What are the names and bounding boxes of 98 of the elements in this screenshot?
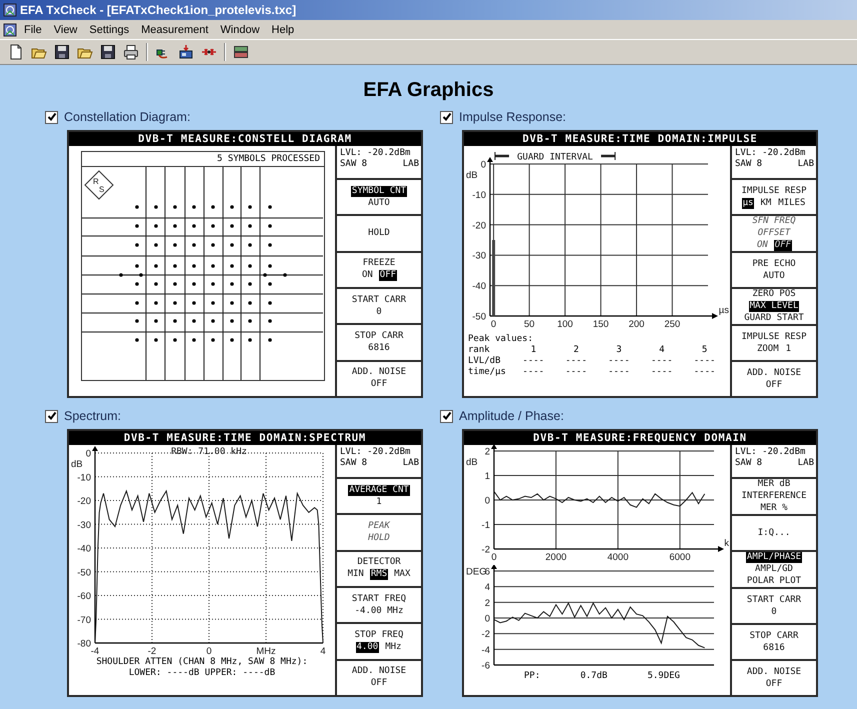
x-tick-label: 50	[524, 319, 535, 330]
saw-reading: SAW 8	[735, 458, 762, 469]
shoulder-text: LOWER: ----dB UPPER: ----dB	[128, 668, 276, 679]
x-tick-label: 250	[664, 319, 680, 330]
mode-reading: LAB	[798, 159, 814, 170]
x-tick-label: 150	[592, 319, 609, 330]
y-tick-label: -6	[482, 660, 490, 671]
y-axis-label: DEG	[466, 566, 487, 578]
y-tick-label: -50	[77, 567, 91, 578]
shoulder-text: SHOULDER ATTEN (CHAN 8 MHz, SAW 8 MHz):	[95, 657, 309, 668]
table-cell-text: ----	[650, 356, 674, 367]
y-tick-label: -40	[77, 544, 91, 554]
saw-reading: SAW 8	[735, 159, 762, 170]
y-tick-label: 0	[480, 160, 486, 170]
table-cell-text: 4	[658, 345, 666, 356]
y-tick-label: -80	[77, 638, 91, 650]
x-tick-label: -4	[90, 646, 100, 657]
table-cell-text: 3	[615, 345, 623, 356]
window-title: EFA TxCheck - [EFATxCheck1ion_protelevis.txc]	[20, 3, 296, 17]
mode-reading: LAB	[402, 458, 419, 469]
y-tick-label: -2	[482, 629, 490, 640]
y-tick-label: 0	[86, 448, 91, 460]
y-tick-label: 1	[484, 471, 490, 482]
y-tick-label: -30	[77, 520, 91, 531]
footer-reading: 0.7dB	[580, 671, 608, 682]
table-cell-text: ----	[564, 367, 588, 378]
x-axis-label: k	[724, 538, 729, 549]
x-tick-label: 0	[490, 319, 496, 330]
y-tick-label: -2	[482, 544, 490, 556]
table-cell-text: ----	[607, 367, 631, 378]
y-tick-label: -10	[77, 472, 91, 484]
footer-reading: PP:	[524, 671, 540, 682]
x-tick-label: 2000	[545, 552, 567, 563]
x-tick-label: 4000	[607, 552, 629, 563]
y-tick-label: -50	[472, 312, 486, 322]
table-cell-text: ----	[692, 356, 716, 367]
checkbox-label: Amplitude / Phase:	[459, 409, 564, 423]
peak-values-title: Peak values:	[468, 334, 534, 345]
y-axis-label: dB	[71, 459, 83, 470]
table-cell-text: ----	[564, 356, 588, 367]
panel-header: DVB-T MEASURE:TIME DOMAIN:IMPULSE	[464, 132, 816, 146]
panel-header: DVB-T MEASURE:CONSTELL DIAGRAM	[69, 132, 421, 146]
page-heading: EFA Graphics	[362, 78, 495, 103]
mode-reading: LAB	[798, 458, 814, 469]
table-cell-text: 5	[700, 345, 708, 356]
x-tick-label: 4	[320, 646, 326, 657]
y-tick-label: -20	[472, 220, 486, 232]
x-tick-label: 100	[557, 319, 573, 330]
y-tick-label: -30	[472, 250, 486, 262]
panel-header: DVB-T MEASURE:FREQUENCY DOMAIN	[464, 431, 816, 445]
checkbox-label: Constellation Diagram:	[64, 110, 190, 124]
y-tick-label: 6	[484, 566, 490, 578]
mode-reading: LAB	[402, 159, 419, 170]
level-reading: LVL: -20.2dBm	[340, 447, 412, 458]
x-tick-label: 200	[628, 319, 644, 330]
x-tick-label: 6000	[669, 552, 690, 563]
table-cell-text: ----	[522, 356, 546, 367]
chart-title: RBW: 71.00 kHz	[171, 447, 247, 457]
x-tick-label: MHz	[256, 646, 276, 657]
table-cell-text: ----	[522, 367, 546, 378]
x-tick-label: 0	[491, 552, 497, 563]
row-label: time/µs	[468, 367, 507, 378]
y-tick-label: 2	[484, 598, 490, 609]
footer-reading: 5.9DEG	[647, 671, 680, 682]
row-label: rank	[468, 345, 491, 356]
y-tick-label: -70	[77, 614, 91, 626]
symbols-processed-label: 5 SYMBOLS PROCESSED	[217, 154, 320, 164]
table-cell-text: ----	[650, 367, 674, 378]
saw-reading: SAW 8	[340, 458, 368, 469]
y-tick-label: 0	[484, 614, 490, 624]
y-tick-label: -10	[472, 190, 486, 201]
table-cell-text: 2	[572, 345, 580, 356]
level-reading: LVL: -20.2dBm	[340, 148, 412, 159]
x-axis-label: µs	[718, 305, 729, 316]
checkbox-label: Impulse Response:	[459, 110, 566, 124]
x-tick-label: -2	[148, 646, 156, 657]
level-reading: LVL: -20.2dBm	[735, 447, 806, 458]
checkbox-label: Spectrum:	[64, 409, 121, 423]
saw-reading: SAW 8	[340, 159, 368, 170]
y-tick-label: -4	[482, 644, 490, 656]
y-tick-label: -1	[482, 520, 490, 531]
annotation-label: GUARD INTERVAL	[517, 152, 593, 162]
y-tick-label: 0	[484, 496, 490, 506]
y-axis-label: dB	[466, 170, 478, 181]
y-tick-label: -60	[77, 591, 91, 602]
y-tick-label: -20	[77, 496, 91, 507]
table-cell-text: ----	[692, 367, 716, 378]
table-cell-text: ----	[607, 356, 631, 367]
y-axis-label: dB	[466, 457, 478, 468]
x-tick-label: 0	[206, 646, 212, 657]
level-reading: LVL: -20.2dBm	[735, 148, 806, 159]
row-label: LVL/dB	[468, 356, 502, 367]
y-tick-label: 4	[484, 582, 490, 594]
y-tick-label: -40	[472, 281, 486, 292]
logo: R S	[84, 170, 114, 200]
y-tick-label: 2	[484, 446, 490, 458]
panel-header: DVB-T MEASURE:TIME DOMAIN:SPECTRUM	[69, 431, 421, 445]
table-cell-text: 1	[530, 345, 538, 356]
